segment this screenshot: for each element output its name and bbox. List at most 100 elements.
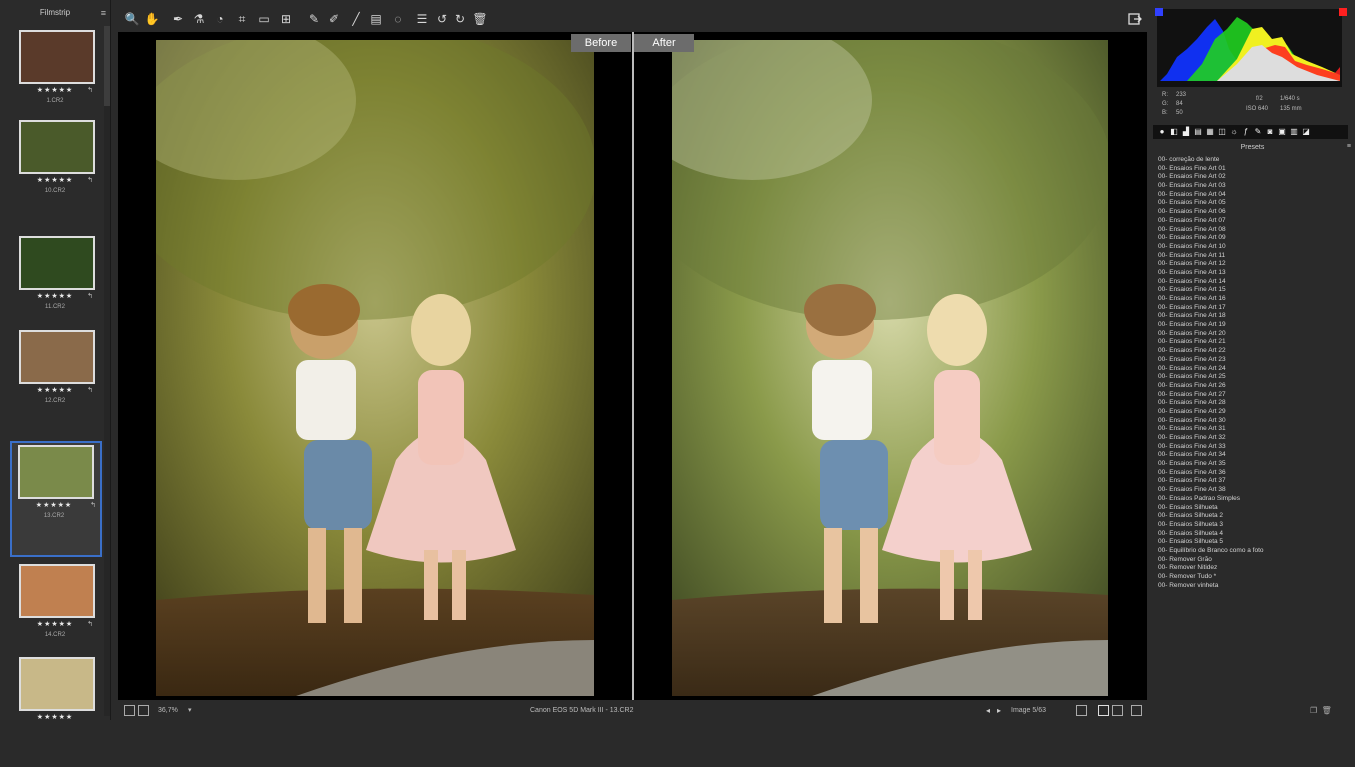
preset-item[interactable]: 00- Remover Tudo * [1158,573,1343,582]
preset-item[interactable]: 00- Ensaios Fine Art 33 [1158,443,1343,452]
preset-item[interactable]: 00- Ensaios Fine Art 31 [1158,425,1343,434]
metadata-tab-icon[interactable]: ▥ [1289,127,1299,137]
preset-item[interactable]: 00- Ensaios Silhueta 4 [1158,530,1343,539]
note-icon[interactable]: ▤ [368,11,384,27]
preset-item[interactable]: 00- correção de lente [1158,156,1343,165]
flag-icon[interactable]: ↰ [87,292,93,300]
preset-item[interactable]: 00- Ensaios Silhueta 3 [1158,521,1343,530]
flag-icon[interactable]: ↰ [87,386,93,394]
preset-item[interactable]: 00- Ensaios Fine Art 10 [1158,243,1343,252]
list-icon[interactable]: ☰ [414,11,430,27]
preset-item[interactable]: 00- Equilíbrio de Branco como a foto [1158,547,1343,556]
preset-item[interactable]: 00- Ensaios Fine Art 30 [1158,417,1343,426]
preset-item[interactable]: 00- Ensaios Fine Art 16 [1158,295,1343,304]
rating-stars[interactable]: ★★★★★ [13,292,97,300]
lens-tab-icon[interactable]: ▣ [1277,127,1287,137]
preset-item[interactable]: 00- Ensaios Fine Art 19 [1158,321,1343,330]
preset-item[interactable]: 00- Ensaios Fine Art 13 [1158,269,1343,278]
tone-tab-icon[interactable]: ◧ [1169,127,1179,137]
layout-compare-icon[interactable] [1098,705,1109,716]
thumbnail-image[interactable] [19,120,95,174]
preset-item[interactable]: 00- Ensaios Fine Art 04 [1158,191,1343,200]
preset-item[interactable]: 00- Ensaios Fine Art 36 [1158,469,1343,478]
presets-header[interactable]: Presets [1150,142,1355,153]
presets-menu-icon[interactable]: ≡ [1347,143,1351,150]
shadow-clip-indicator[interactable] [1155,8,1163,16]
preset-item[interactable]: 00- Ensaios Fine Art 35 [1158,460,1343,469]
curve-tab-icon[interactable]: ▟ [1181,127,1191,137]
eyedropper-icon[interactable]: ✒ [170,11,186,27]
crop-icon[interactable]: ⌗ [234,11,250,27]
preset-item[interactable]: 00- Ensaios Fine Art 28 [1158,399,1343,408]
zoom-dropdown-icon[interactable]: ▾ [188,706,192,714]
brush-icon[interactable]: ╱ [348,11,364,27]
filmstrip-thumbnail[interactable]: ★★★★★ ↰ 10.CR2 [13,118,97,230]
preset-item[interactable]: 00- Ensaios Fine Art 23 [1158,356,1343,365]
color-tab-icon[interactable]: ▦ [1205,127,1215,137]
before-label[interactable]: Before [571,34,631,52]
filmstrip-menu-icon[interactable]: ≡ [101,0,106,26]
filmstrip-thumbnail[interactable]: ★★★★★ [13,655,97,767]
next-image-icon[interactable]: ▸ [997,706,1001,715]
light-tab-icon[interactable]: ☼ [1229,127,1239,137]
fit-view-icon[interactable] [124,705,135,716]
layers-tab-icon[interactable]: ◪ [1301,127,1311,137]
preset-item[interactable]: 00- Ensaios Fine Art 21 [1158,338,1343,347]
white-balance-icon[interactable]: ◔ [212,11,228,27]
thumbnail-image[interactable] [19,330,95,384]
flag-icon[interactable]: ↰ [87,86,93,94]
transform-icon[interactable]: ⊞ [278,11,294,27]
detail-tab-icon[interactable]: ▤ [1193,127,1203,137]
layout-single-icon[interactable] [1076,705,1087,716]
preset-item[interactable]: 00- Ensaios Fine Art 14 [1158,278,1343,287]
retouch-tab-icon[interactable]: ✎ [1253,127,1263,137]
zoom-icon[interactable]: 🔍 [124,11,140,27]
preset-item[interactable]: 00- Ensaios Fine Art 26 [1158,382,1343,391]
prev-image-icon[interactable]: ◂ [986,706,990,715]
preset-item[interactable]: 00- Ensaios Fine Art 09 [1158,234,1343,243]
preset-item[interactable]: 00- Ensaios Fine Art 06 [1158,208,1343,217]
preset-item[interactable]: 00- Ensaios Padrao Simples [1158,495,1343,504]
preset-item[interactable]: 00- Ensaios Silhueta 5 [1158,538,1343,547]
zoom-level[interactable]: 36,7% [158,707,178,714]
heal-icon[interactable]: ✎ [306,11,322,27]
thumbnail-image[interactable] [19,657,95,711]
split-tab-icon[interactable]: ◫ [1217,127,1227,137]
rating-stars[interactable]: ★★★★★ [13,176,97,184]
preset-item[interactable]: 00- Remover vinheta [1158,582,1343,591]
preset-item[interactable]: 00- Ensaios Fine Art 01 [1158,165,1343,174]
layout-grid-icon[interactable] [1131,705,1142,716]
after-label[interactable]: After [634,34,694,52]
rating-stars[interactable]: ★★★★★ [12,501,96,509]
color-picker-icon[interactable]: ⚗ [191,11,207,27]
hand-icon[interactable]: ✋ [144,11,160,27]
flag-icon[interactable]: ↰ [90,501,96,509]
trash-icon[interactable]: 🗑 [472,11,488,27]
export-icon[interactable] [1127,11,1143,27]
preset-item[interactable]: 00- Ensaios Fine Art 32 [1158,434,1343,443]
preset-item[interactable]: 00- Ensaios Fine Art 12 [1158,260,1343,269]
flag-icon[interactable]: ↰ [87,176,93,184]
thumbnail-image[interactable] [19,30,95,84]
after-image[interactable] [672,40,1108,696]
preset-item[interactable]: 00- Remover Grão [1158,556,1343,565]
image-viewer[interactable]: Before After [118,32,1147,700]
layout-split-icon[interactable] [1112,705,1123,716]
camera-tab-icon[interactable]: ◙ [1265,127,1275,137]
rating-stars[interactable]: ★★★★★ [13,386,97,394]
actual-size-icon[interactable] [138,705,149,716]
rotate-right-icon[interactable]: ↻ [452,11,468,27]
preset-item[interactable]: 00- Ensaios Fine Art 20 [1158,330,1343,339]
basic-tab-icon[interactable]: ● [1157,127,1167,137]
filmstrip-scrollbar[interactable] [104,26,110,716]
duplicate-icon[interactable]: ❐ [1310,706,1317,715]
thumbnail-image[interactable] [19,564,95,618]
preset-item[interactable]: 00- Ensaios Fine Art 15 [1158,286,1343,295]
preset-item[interactable]: 00- Ensaios Fine Art 17 [1158,304,1343,313]
preset-item[interactable]: 00- Ensaios Silhueta [1158,504,1343,513]
preset-item[interactable]: 00- Ensaios Fine Art 03 [1158,182,1343,191]
preset-item[interactable]: 00- Ensaios Fine Art 37 [1158,477,1343,486]
spot-removal-icon[interactable]: ✐ [326,11,342,27]
preset-item[interactable]: 00- Ensaios Fine Art 07 [1158,217,1343,226]
rating-stars[interactable]: ★★★★★ [13,86,97,94]
